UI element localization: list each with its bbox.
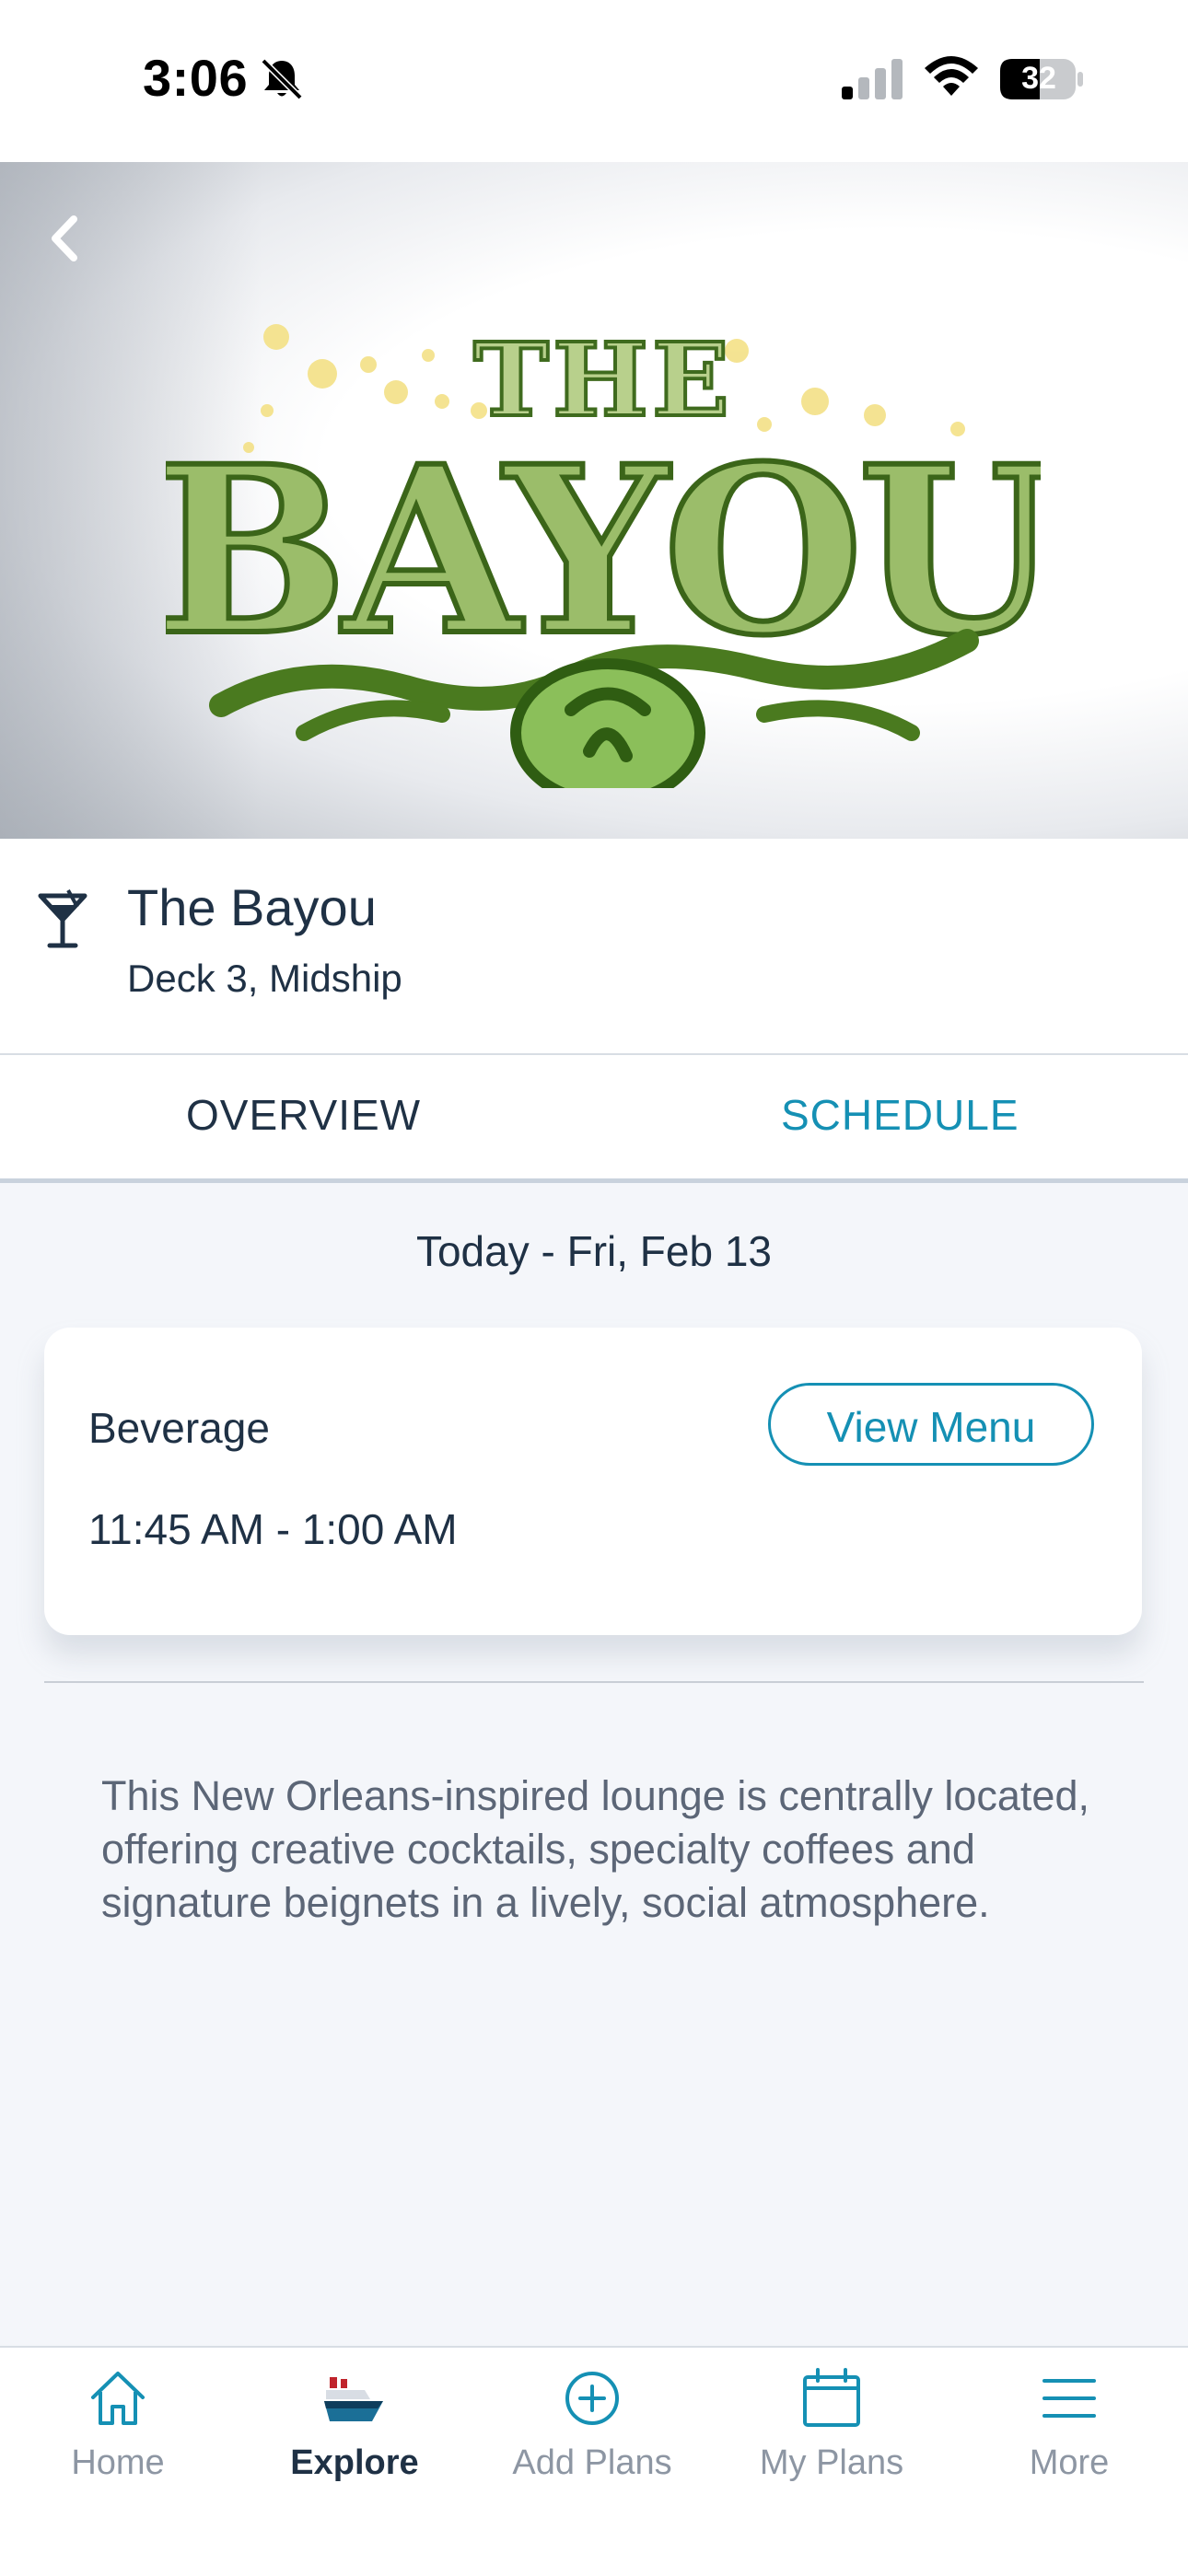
ship-icon: [324, 2377, 383, 2421]
nav-explore[interactable]: Explore: [253, 2366, 456, 2504]
nav-home[interactable]: Home: [17, 2366, 219, 2504]
status-bar: 3:06 32: [0, 0, 1188, 162]
cellular-signal-icon: [842, 59, 903, 99]
hero-banner: THE BAYOU: [0, 162, 1188, 839]
divider: [44, 1681, 1144, 1683]
bottom-nav: Home Explore Add Plans My Plans More: [0, 2346, 1188, 2576]
tab-schedule[interactable]: SCHEDULE: [781, 1090, 1019, 1140]
nav-explore-label: Explore: [290, 2443, 419, 2482]
bell-muted-icon: [261, 58, 303, 100]
tab-overview[interactable]: OVERVIEW: [186, 1090, 421, 1140]
battery-level: 32: [1021, 61, 1056, 96]
status-time: 3:06: [143, 49, 249, 107]
plus-circle-icon: [565, 2372, 619, 2425]
schedule-type: Beverage: [88, 1404, 270, 1452]
svg-text:BAYOU: BAYOU: [166, 415, 1041, 686]
home-icon: [91, 2372, 145, 2425]
calendar-icon: [803, 2368, 860, 2427]
nav-add-plans-label: Add Plans: [512, 2443, 672, 2482]
schedule-card: Beverage 11:45 AM - 1:00 AM View Menu: [44, 1328, 1142, 1635]
venue-header: The Bayou Deck 3, Midship: [0, 839, 1188, 1053]
nav-more[interactable]: More: [968, 2366, 1171, 2504]
back-chevron-icon[interactable]: [33, 206, 98, 271]
nav-add-plans[interactable]: Add Plans: [491, 2366, 693, 2504]
nav-home-label: Home: [71, 2443, 165, 2482]
venue-location: Deck 3, Midship: [127, 957, 402, 1000]
nav-more-label: More: [1029, 2443, 1110, 2482]
menu-icon: [1042, 2379, 1096, 2418]
the-bayou-logo: THE BAYOU: [166, 319, 1041, 788]
schedule-hours: 11:45 AM - 1:00 AM: [88, 1505, 458, 1553]
venue-name: The Bayou: [127, 878, 377, 936]
tab-bar: OVERVIEW SCHEDULE: [0, 1053, 1188, 1183]
venue-description: This New Orleans-inspired lounge is cent…: [101, 1772, 1089, 1926]
nav-my-plans[interactable]: My Plans: [730, 2366, 933, 2504]
cocktail-icon: [38, 889, 87, 948]
view-menu-button[interactable]: View Menu: [768, 1383, 1094, 1466]
nav-my-plans-label: My Plans: [759, 2443, 904, 2482]
schedule-date: Today - Fri, Feb 13: [415, 1227, 773, 1275]
wifi-icon: [925, 56, 978, 96]
